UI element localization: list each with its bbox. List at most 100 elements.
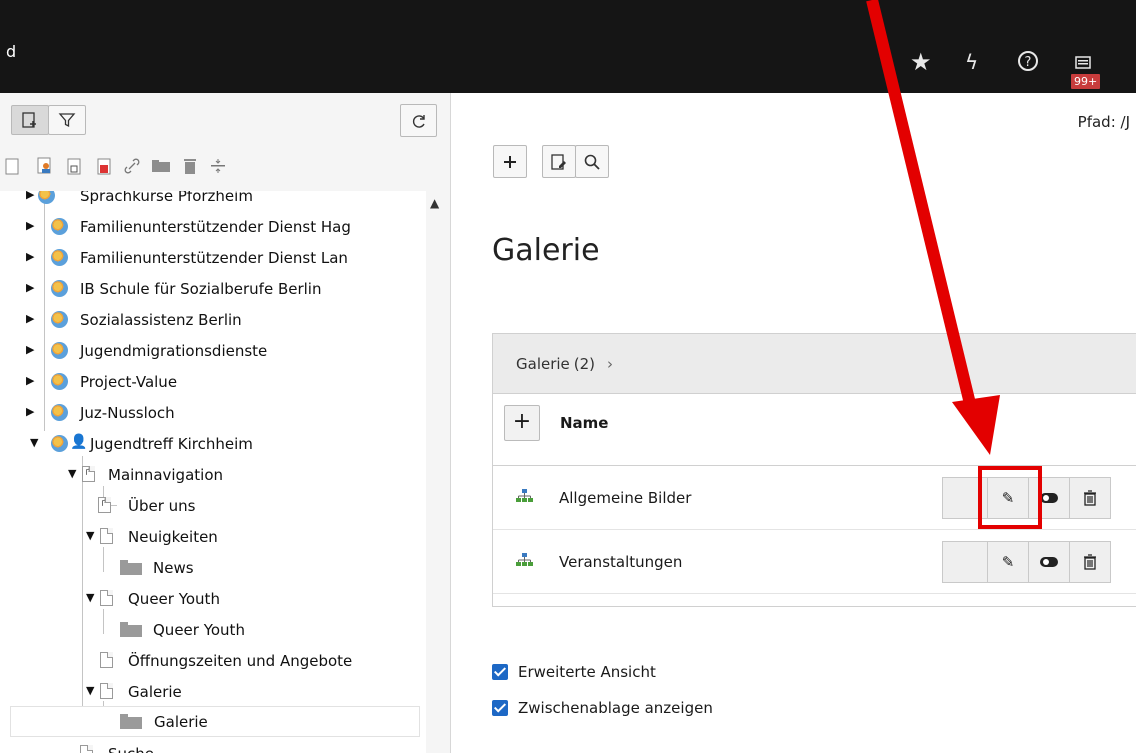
app-brand: d — [6, 42, 17, 61]
tree-item[interactable]: News — [0, 552, 426, 583]
tree-item[interactable]: ▼ 👤 Jugendtreff Kirchheim — [0, 428, 426, 459]
folder-icon — [120, 560, 142, 575]
backend-user-page-icon[interactable] — [35, 156, 55, 176]
clipboard-checkbox[interactable]: Zwischenablage anzeigen — [492, 699, 713, 717]
column-header-row: + Name — [493, 394, 1136, 466]
checkbox-checked-icon[interactable] — [492, 664, 508, 680]
record-actions: ✎ — [942, 541, 1111, 583]
table-title: Galerie — [516, 354, 570, 373]
expand-icon[interactable]: ▶ — [26, 344, 36, 355]
collapse-icon[interactable]: ▼ — [68, 468, 78, 479]
pencil-icon: ✎ — [1001, 553, 1015, 571]
tree-item[interactable]: Öffnungszeiten und Angebote — [0, 645, 426, 676]
globe-icon — [51, 342, 68, 359]
spacer-icon[interactable] — [208, 156, 228, 176]
tree-item[interactable]: ▶ Familienunterstützender Dienst Hag — [0, 211, 426, 242]
page-tree-panel: ▶ Sprachkurse Pforzheim ▶ Familienunters… — [0, 93, 451, 753]
globe-icon — [38, 191, 55, 204]
extended-view-checkbox[interactable]: Erweiterte Ansicht — [492, 663, 656, 681]
shortcut-page-icon — [98, 497, 111, 513]
record-title[interactable]: Allgemeine Bilder — [559, 489, 691, 507]
mountpoint-page-icon[interactable] — [94, 156, 114, 176]
edit-button[interactable]: ✎ — [987, 541, 1029, 583]
tree-item[interactable]: ▶ Sozialassistenz Berlin — [0, 304, 426, 335]
collapse-icon[interactable]: ▼ — [30, 437, 40, 448]
expand-icon[interactable]: ▶ — [26, 251, 36, 262]
globe-icon — [51, 311, 68, 328]
page-icon — [80, 745, 93, 753]
expand-icon[interactable]: ▶ — [26, 406, 36, 417]
star-icon[interactable]: ★ — [910, 50, 932, 74]
tree-item[interactable]: Queer Youth — [0, 614, 426, 645]
user-icon: 👤 — [70, 434, 88, 450]
tree-toolbar — [0, 93, 451, 148]
tree-item[interactable]: Suche — [0, 738, 426, 753]
top-bar: d ★ ϟ ? 99+ — [0, 0, 1136, 93]
notifications-icon[interactable] — [1075, 52, 1091, 76]
content-area: Pfad: /J Galerie Galerie (2) › + Name Al… — [452, 93, 1136, 753]
help-icon[interactable]: ? — [1017, 50, 1039, 77]
folder-icon — [120, 714, 142, 729]
trash-icon — [1084, 490, 1096, 506]
recycler-icon[interactable] — [180, 156, 200, 176]
tree-item[interactable]: ▶ Sprachkurse Pforzheim — [0, 191, 426, 211]
page-icon[interactable] — [2, 156, 22, 176]
page-icon — [100, 590, 113, 606]
collapse-icon[interactable]: ▼ — [86, 685, 96, 696]
expand-icon[interactable]: ▶ — [26, 191, 36, 200]
tree-item[interactable]: Über uns — [0, 490, 426, 521]
page-icon — [100, 652, 113, 668]
toggle-icon — [1040, 557, 1058, 567]
tree-item[interactable]: ▶ Juz-Nussloch — [0, 397, 426, 428]
filter-icon[interactable] — [48, 105, 86, 135]
tree-item-selected[interactable]: Galerie — [10, 706, 420, 737]
page-title: Galerie — [492, 233, 600, 268]
column-name[interactable]: Name — [560, 414, 608, 432]
folder-icon — [120, 622, 142, 637]
lightning-icon[interactable]: ϟ — [965, 50, 978, 74]
expand-icon[interactable]: ▶ — [26, 313, 36, 324]
checkbox-checked-icon[interactable] — [492, 700, 508, 716]
table-heading[interactable]: Galerie (2) › — [493, 334, 1136, 394]
tree-item[interactable]: ▼ Neuigkeiten — [0, 521, 426, 552]
tree-item[interactable]: ▼ Galerie — [0, 676, 426, 707]
page-icon — [100, 683, 113, 699]
expand-icon[interactable]: ▶ — [26, 375, 36, 386]
chevron-right-icon[interactable]: › — [607, 355, 613, 373]
scroll-up-icon[interactable]: ▲ — [430, 196, 439, 210]
tree-item[interactable]: ▼ Queer Youth — [0, 583, 426, 614]
tree-item[interactable]: ▶ Project-Value — [0, 366, 426, 397]
globe-icon — [51, 218, 68, 235]
add-record-button[interactable]: + — [504, 405, 540, 441]
collapse-icon[interactable]: ▼ — [86, 592, 96, 603]
add-icon[interactable] — [493, 145, 527, 178]
tree-structure-icon — [516, 488, 533, 507]
tree-item[interactable]: ▶ Jugendmigrationsdienste — [0, 335, 426, 366]
delete-button[interactable] — [1069, 541, 1111, 583]
folder-icon[interactable] — [151, 156, 171, 176]
collapse-icon[interactable]: ▼ — [86, 530, 96, 541]
tree-item[interactable]: ▼ Mainnavigation — [0, 459, 426, 490]
tree-item[interactable]: ▶ Familienunterstützender Dienst Lan — [0, 242, 426, 273]
record-title[interactable]: Veranstaltungen — [559, 553, 682, 571]
globe-icon — [51, 249, 68, 266]
search-icon[interactable] — [575, 145, 609, 178]
view-button[interactable] — [942, 541, 988, 583]
tree-item[interactable]: ▶ IB Schule für Sozialberufe Berlin — [0, 273, 426, 304]
globe-icon — [51, 280, 68, 297]
expand-icon[interactable]: ▶ — [26, 220, 36, 231]
toggle-visibility-button[interactable] — [1028, 541, 1070, 583]
edit-page-icon[interactable] — [542, 145, 576, 178]
new-page-drag-bar — [0, 148, 451, 186]
link-icon[interactable] — [122, 156, 142, 176]
new-page-icon[interactable] — [11, 105, 49, 135]
shortcut-page-icon[interactable] — [64, 156, 84, 176]
globe-icon — [51, 373, 68, 390]
trash-icon — [1084, 554, 1096, 570]
table-row: Veranstaltungen ✎ — [493, 530, 1136, 594]
expand-icon[interactable]: ▶ — [26, 282, 36, 293]
delete-button[interactable] — [1069, 477, 1111, 519]
page-icon — [100, 528, 113, 544]
refresh-icon[interactable] — [400, 104, 437, 137]
highlight-box — [978, 466, 1042, 529]
